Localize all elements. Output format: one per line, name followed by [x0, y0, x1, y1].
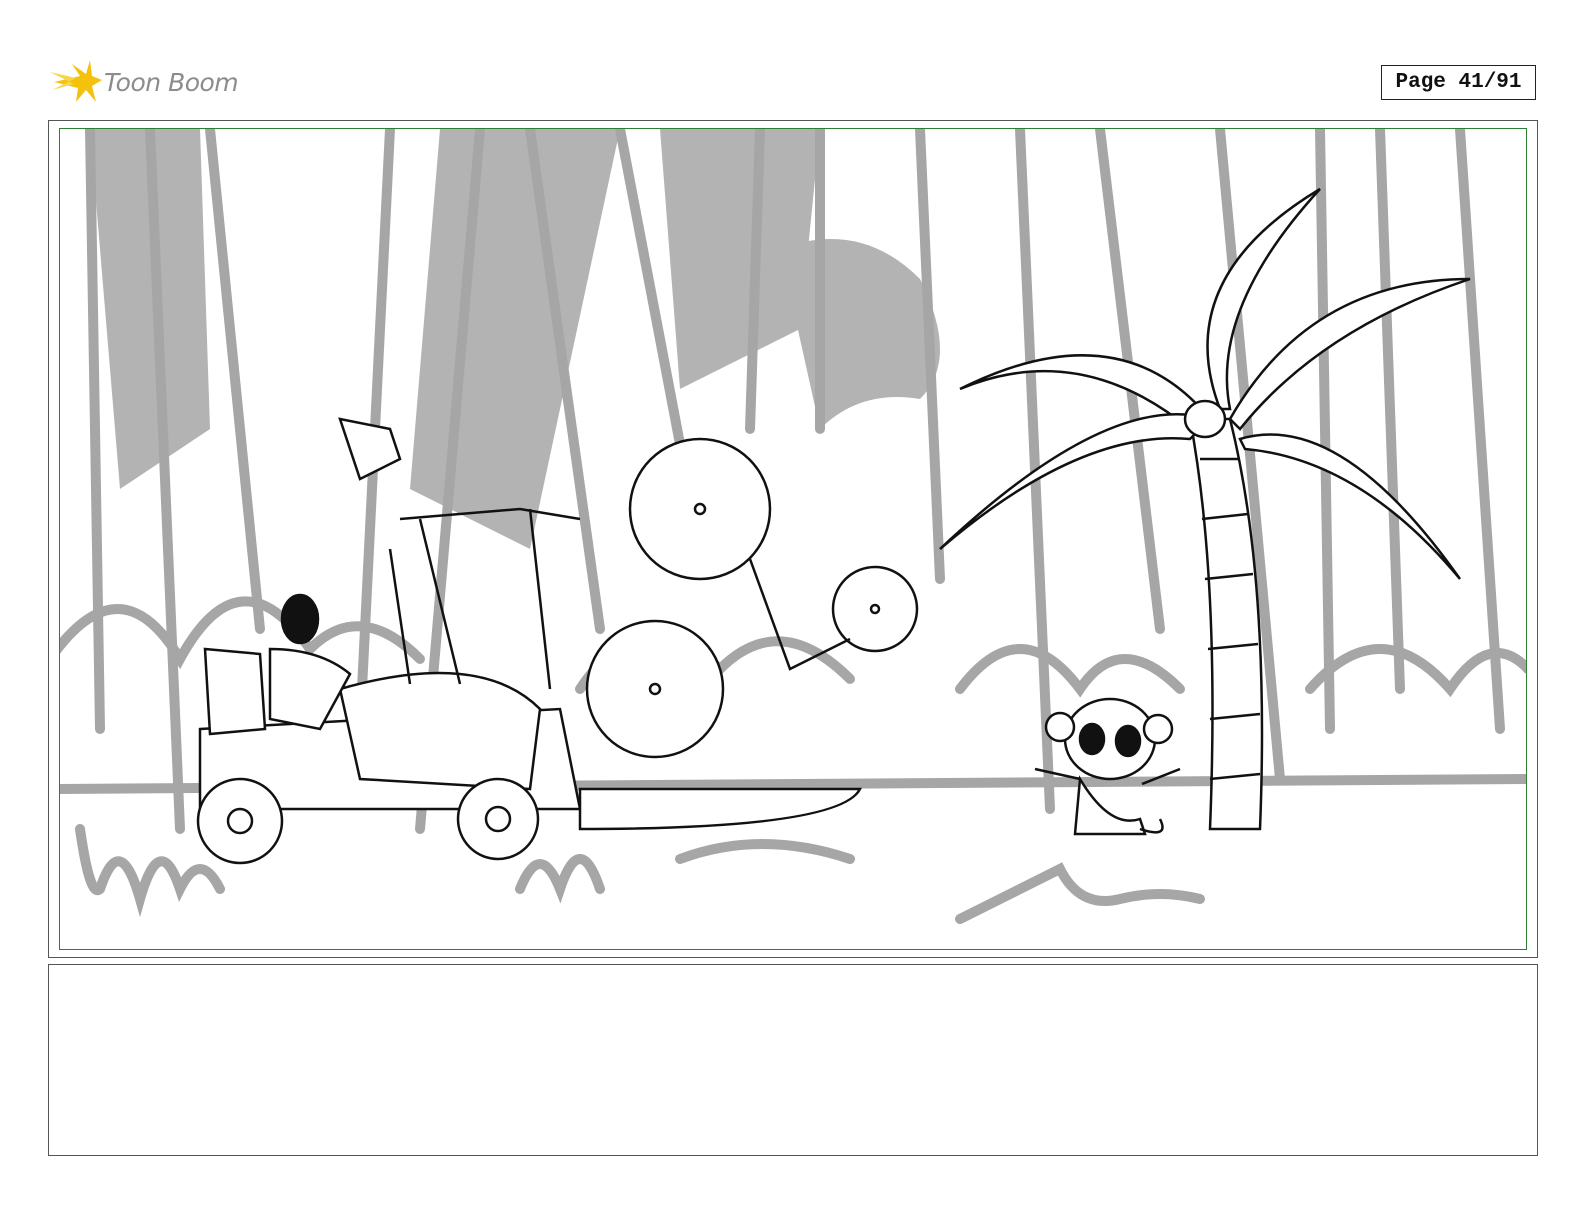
comet-star-logo-icon	[50, 60, 102, 102]
brand-name: Toon Boom	[104, 68, 239, 97]
page-number: Page 41/91	[1381, 65, 1536, 100]
toon-boom-logo: Toon Boom	[50, 58, 250, 106]
panel-drawing	[60, 129, 1526, 924]
lawnmower-with-rider	[196, 417, 919, 865]
monkey-character	[1034, 697, 1181, 836]
safe-frame	[59, 128, 1527, 950]
panel-notes-box	[48, 964, 1538, 1156]
storyboard-panel	[48, 120, 1538, 958]
